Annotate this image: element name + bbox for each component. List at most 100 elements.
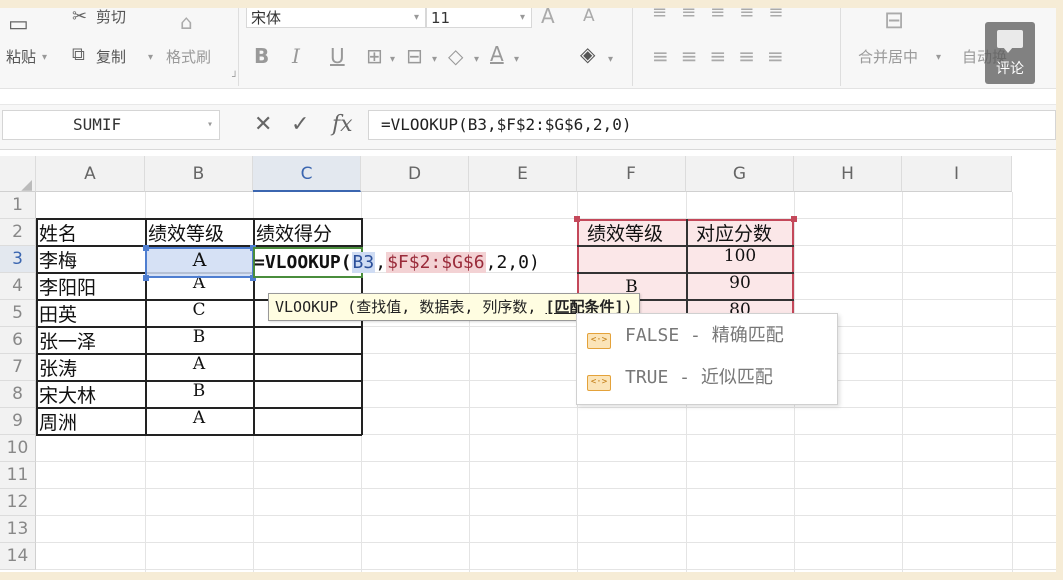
paste-icon[interactable]: ▭ [8, 12, 29, 37]
table1-name-cell[interactable]: 宋大林 [39, 381, 96, 408]
row-header-13[interactable]: 13 [0, 516, 36, 543]
format-painter-button[interactable]: 格式刷 [166, 46, 211, 67]
column-header-e[interactable]: E [469, 156, 577, 192]
increase-font-icon[interactable]: A [541, 8, 555, 28]
table2-score-cell[interactable]: 90 [686, 273, 794, 293]
merge-icon[interactable]: ⊟ [884, 8, 904, 34]
scissors-icon[interactable]: ✂ [72, 8, 87, 27]
table1-grade-cell[interactable]: C [145, 300, 253, 320]
row-header-11[interactable]: 11 [0, 462, 36, 489]
decrease-font-icon[interactable]: A [583, 8, 595, 26]
constant-icon: <·> [587, 375, 611, 391]
chevron-down-icon[interactable]: ▾ [936, 52, 941, 63]
paste-button[interactable]: 粘贴 [6, 46, 36, 67]
name-box[interactable]: SUMIF ▾ [2, 110, 220, 140]
underline-button[interactable]: U [330, 44, 345, 68]
row-header-3[interactable]: 3 [0, 246, 36, 273]
column-header-h[interactable]: H [794, 156, 902, 192]
autocomplete-item-false[interactable]: <·> FALSE - 精确匹配 [587, 324, 784, 349]
align-horizontal-icons[interactable]: ≡≡≡≡≡ [652, 44, 796, 68]
row-header-8[interactable]: 8 [0, 381, 36, 408]
column-header-i[interactable]: I [902, 156, 1012, 192]
row-header-4[interactable]: 4 [0, 273, 36, 300]
constant-icon: <·> [587, 333, 611, 349]
formula-sep: , [375, 252, 387, 273]
table1-name-cell[interactable]: 李梅 [39, 246, 77, 273]
align-top-icons[interactable]: ≡≡≡≡≡ [652, 8, 797, 23]
eraser-icon[interactable]: ◈ [580, 42, 595, 66]
italic-button[interactable]: I [292, 44, 300, 68]
comment-button[interactable]: 评论 [985, 22, 1035, 84]
row-header-2[interactable]: 2 [0, 219, 36, 246]
chevron-down-icon[interactable]: ▾ [514, 54, 519, 65]
grid-line [36, 515, 1056, 516]
row-header-1[interactable]: 1 [0, 192, 36, 219]
table2-score-cell[interactable]: 100 [686, 246, 794, 266]
ribbon-separator [238, 8, 239, 86]
font-size-select[interactable]: 11 ▾ [426, 8, 532, 28]
row-header-7[interactable]: 7 [0, 354, 36, 381]
row-header-14[interactable]: 14 [0, 543, 36, 570]
autocomplete-item-label: FALSE - 精确匹配 [625, 325, 784, 346]
row-header-10[interactable]: 10 [0, 435, 36, 462]
select-all-corner[interactable]: ◢ [0, 156, 36, 193]
check-icon[interactable]: ✓ [291, 112, 309, 137]
merge-center-button[interactable]: 合并居中 [858, 46, 918, 67]
table1-name-cell[interactable]: 周洲 [39, 408, 77, 435]
paste-dropdown-icon[interactable]: ▾ [42, 52, 47, 63]
table1-header[interactable]: 绩效得分 [256, 219, 332, 246]
handle[interactable] [574, 216, 580, 222]
column-header-b[interactable]: B [145, 156, 253, 192]
cell-formula-editor[interactable]: =VLOOKUP(B3,$F$2:$G$6,2,0) [254, 249, 540, 276]
table1-grade-cell[interactable]: A [145, 408, 253, 428]
formula-input[interactable]: =VLOOKUP(B3,$F$2:$G$6,2,0) [368, 110, 1056, 140]
cell-b3[interactable]: A [145, 249, 254, 271]
table2-header[interactable]: 对应分数 [696, 219, 772, 246]
fill-color-icon[interactable]: ◇ [448, 44, 463, 68]
border-icon[interactable]: ⊞ [366, 44, 383, 68]
chevron-down-icon[interactable]: ▾ [390, 54, 395, 65]
column-header-f[interactable]: F [577, 156, 686, 192]
font-name-select[interactable]: 宋体 ▾ [246, 8, 426, 28]
table1-name-cell[interactable]: 张一泽 [39, 327, 96, 354]
font-size-value: 11 [431, 9, 451, 27]
table1-grade-cell[interactable]: A [145, 354, 253, 374]
grid-line [36, 461, 1056, 462]
row-header-6[interactable]: 6 [0, 327, 36, 354]
row-header-9[interactable]: 9 [0, 408, 36, 435]
row-header-5[interactable]: 5 [0, 300, 36, 327]
argument-autocomplete-list: <·> FALSE - 精确匹配 <·> TRUE - 近似匹配 [576, 313, 838, 405]
column-header-g[interactable]: G [686, 156, 794, 192]
grid-line [36, 569, 1056, 570]
handle[interactable] [143, 275, 149, 281]
column-header-a[interactable]: A [36, 156, 145, 192]
table2-header[interactable]: 绩效等级 [587, 219, 663, 246]
copy-dropdown-icon[interactable]: ▾ [148, 52, 153, 63]
row-header-12[interactable]: 12 [0, 489, 36, 516]
cut-button[interactable]: 剪切 [96, 8, 126, 27]
chevron-down-icon[interactable]: ▾ [432, 54, 437, 65]
autocomplete-item-true[interactable]: <·> TRUE - 近似匹配 [587, 366, 773, 391]
font-color-button[interactable]: A [490, 42, 504, 66]
table1-grade-cell[interactable]: B [145, 327, 253, 347]
table1-name-cell[interactable]: 李阳阳 [39, 273, 96, 300]
handle[interactable] [791, 216, 797, 222]
bold-button[interactable]: B [254, 44, 269, 68]
table1-name-cell[interactable]: 张涛 [39, 354, 77, 381]
table-border [36, 434, 362, 436]
insert-function-button[interactable]: fx [332, 112, 353, 137]
cancel-icon[interactable]: ✕ [254, 112, 272, 137]
column-header-d[interactable]: D [361, 156, 469, 192]
table1-name-cell[interactable]: 田英 [39, 300, 77, 327]
chevron-down-icon[interactable]: ▾ [608, 54, 613, 65]
copy-icon[interactable]: ⧉ [72, 44, 85, 65]
chevron-down-icon[interactable]: ▾ [474, 54, 479, 65]
table1-header[interactable]: 姓名 [39, 219, 77, 246]
column-header-c[interactable]: C [253, 156, 361, 192]
handle[interactable] [143, 245, 149, 251]
table1-header[interactable]: 绩效等级 [148, 219, 224, 246]
table1-grade-cell[interactable]: B [145, 381, 253, 401]
cell-style-icon[interactable]: ⊟ [406, 44, 423, 68]
copy-button[interactable]: 复制 [96, 46, 126, 67]
format-painter-icon[interactable]: ⌂ [180, 10, 193, 34]
